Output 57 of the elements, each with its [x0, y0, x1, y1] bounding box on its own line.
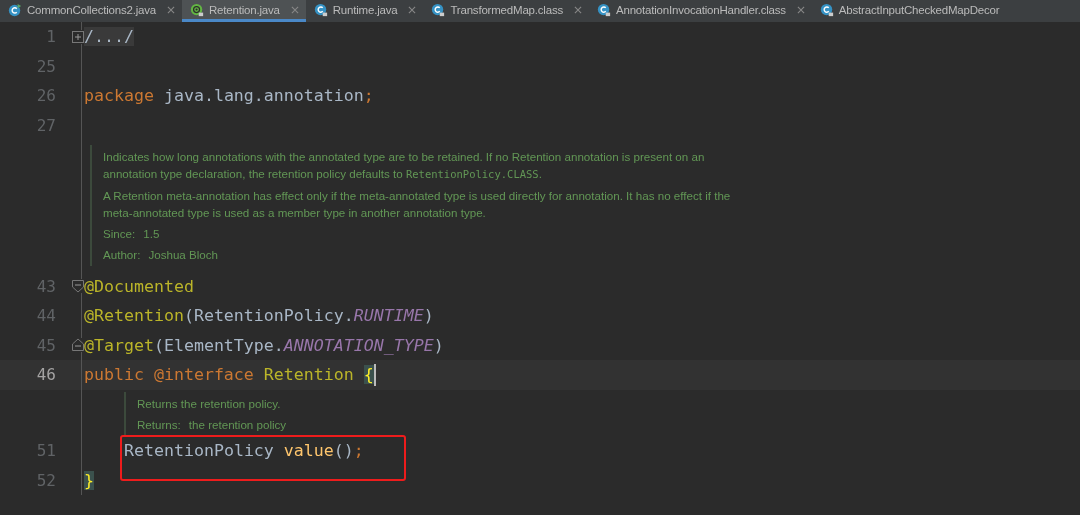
- doc-paragraph: Returns the retention policy.: [137, 395, 282, 412]
- annotation-text: @Retention: [84, 306, 184, 326]
- class-lock-icon: [597, 2, 611, 17]
- collapse-fold-icon[interactable]: [72, 338, 84, 353]
- close-icon[interactable]: [408, 5, 417, 14]
- code-text: (RetentionPolicy.: [183, 306, 354, 326]
- annotation-lock-icon: [190, 2, 204, 17]
- line-number: 45: [35, 335, 57, 355]
- line-number: 27: [35, 116, 57, 136]
- code-text: RetentionPolicy: [124, 441, 275, 461]
- class-run-icon: [8, 2, 22, 17]
- line-number: 51: [35, 439, 57, 462]
- annotation-text: @Documented: [84, 276, 194, 296]
- close-icon[interactable]: [167, 5, 175, 14]
- doc-tag-label: Returns:: [137, 416, 181, 433]
- keyword-text: ;: [363, 86, 374, 106]
- line-number: 43: [35, 276, 57, 296]
- constant-text: RUNTIME: [353, 306, 424, 326]
- line-number: 46: [35, 365, 57, 385]
- doc-paragraph: Indicates how long annotations with the annotated type are to be retained. If no Retention annotation is present on an annotation type declaration, the retention policy defaults to RetentionPolicy.CLASS.: [103, 149, 706, 183]
- code-text: (): [333, 441, 354, 461]
- matched-brace: }: [84, 470, 94, 490]
- keyword-text: ;: [353, 441, 364, 461]
- code-text: (ElementType.: [153, 335, 284, 355]
- class-lock-icon: [431, 2, 446, 17]
- matched-brace: {: [363, 365, 374, 385]
- annotation-text: Retention: [263, 365, 355, 385]
- class-lock-icon: [313, 2, 328, 17]
- doc-tag-value: Joshua Bloch: [148, 247, 218, 264]
- code-text: ): [423, 306, 434, 326]
- close-icon[interactable]: [574, 5, 582, 14]
- keyword-text: package: [84, 86, 155, 106]
- line-number: 26: [35, 86, 57, 106]
- keyword-text: @interface: [153, 365, 255, 385]
- text-caret: [373, 363, 376, 386]
- close-icon[interactable]: [796, 5, 805, 14]
- close-icon[interactable]: [290, 5, 299, 14]
- doc-tag-value: the retention policy: [188, 416, 287, 433]
- doc-tag-label: Author:: [103, 247, 141, 264]
- doc-tag-value: 1.5: [143, 226, 160, 243]
- line-number: 52: [35, 470, 57, 490]
- line-number: 25: [35, 56, 57, 76]
- code-text: ): [433, 335, 444, 355]
- doc-paragraph: A Retention meta-annotation has effect only if the meta-annotated type is used directly for annotation. It has no effect if the meta-annotated type is used as a member type in another annotation type.: [103, 188, 732, 222]
- expand-fold-icon[interactable]: [72, 29, 84, 44]
- line-number: 1: [45, 27, 57, 47]
- collapse-fold-icon[interactable]: [72, 279, 84, 294]
- line-number: 44: [35, 306, 57, 326]
- file-tab[interactable]: Retention.java: [182, 0, 306, 22]
- annotation-text: @Target: [84, 335, 154, 355]
- folded-code: /.../: [84, 27, 134, 47]
- code-text: java.lang.annotation: [163, 86, 364, 106]
- method-text: value: [283, 441, 334, 461]
- class-lock-icon: [819, 2, 834, 17]
- doc-tag-label: Since:: [103, 226, 136, 243]
- constant-text: ANNOTATION_TYPE: [283, 335, 434, 355]
- keyword-text: public: [84, 365, 145, 385]
